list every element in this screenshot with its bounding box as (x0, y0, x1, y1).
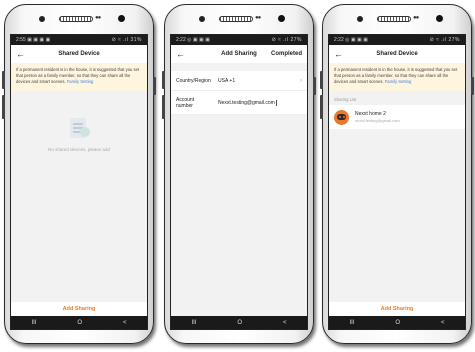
front-camera-icon (199, 16, 205, 22)
share-item-name: Nexxt home 2 (355, 111, 386, 117)
phone-1: ●● 2:55 ▣ ▣ ▣ ▣ ⊘ ≈ .ıl 31% ← Shared Dev… (2, 4, 156, 344)
status-notification-icons: ▣ ▣ ▣ ▣ (27, 37, 51, 43)
account-number-row: Account number Nexxt.testing@gmail.com (171, 91, 307, 115)
status-time: 2:55 (16, 37, 26, 43)
empty-state-text: No shared devices, please add (48, 147, 110, 152)
status-right-icons: ⊘ ≈ .ıl 27% (271, 37, 302, 43)
list-item[interactable]: Nexxt home 2 nexxt.testing@gmail.com (329, 105, 465, 129)
family-notice: If a permanent resident is in the house,… (11, 63, 147, 91)
account-number-input[interactable]: Nexxt.testing@gmail.com (218, 99, 277, 106)
status-time: 2:22 (176, 37, 186, 43)
empty-state: No shared devices, please add (11, 115, 147, 152)
system-nav-bar: III O < (11, 316, 147, 329)
home-icon[interactable]: O (395, 320, 400, 326)
phone-2: ●● 2:22 ◎ ▣ ▣ ▣ ⊘ ≈ .ıl 27% ← Add Sharin… (162, 4, 316, 344)
status-right-icons: ⊘ ≈ .ıl 27% (429, 37, 460, 43)
power-button (471, 77, 474, 95)
nav-bar: ← Shared Device (329, 45, 465, 63)
recent-apps-icon[interactable]: III (349, 320, 354, 326)
system-nav-bar: III O < (171, 316, 307, 329)
family-setting-link[interactable]: Family Setting (385, 79, 412, 84)
page-title: Shared Device (58, 51, 100, 57)
phone-3: ●● 2:22 ◎ ▣ ▣ ▣ ⊘ ≈ .ıl 27% ← Shared Dev… (320, 4, 474, 344)
share-item-email: nexxt.testing@gmail.com (355, 118, 400, 123)
earpiece-speaker-icon (59, 16, 93, 22)
front-camera-icon (357, 16, 363, 22)
system-back-icon[interactable]: < (283, 320, 287, 326)
sensor-icon (278, 15, 285, 22)
back-arrow-icon[interactable]: ← (334, 49, 346, 59)
status-bar: 2:55 ▣ ▣ ▣ ▣ ⊘ ≈ .ıl 31% (11, 35, 147, 45)
volume-up-button (320, 71, 323, 89)
nav-bar: ← Add Sharing Completed (171, 45, 307, 63)
add-sharing-button[interactable]: Add Sharing (329, 302, 465, 316)
volume-down-button (320, 95, 323, 119)
power-button (153, 77, 156, 95)
system-back-icon[interactable]: < (441, 320, 445, 326)
volume-up-button (162, 71, 165, 89)
chevron-right-icon: › (300, 77, 302, 84)
avatar (334, 109, 349, 125)
dots-icon: ●● (95, 15, 101, 21)
screen-shared-device-list: 2:22 ◎ ▣ ▣ ▣ ⊘ ≈ .ıl 27% ← Shared Device… (328, 34, 466, 330)
volume-down-button (2, 95, 5, 119)
status-bar: 2:22 ◎ ▣ ▣ ▣ ⊘ ≈ .ıl 27% (329, 35, 465, 45)
status-bar: 2:22 ◎ ▣ ▣ ▣ ⊘ ≈ .ıl 27% (171, 35, 307, 45)
status-notification-icons: ◎ ▣ ▣ ▣ (345, 37, 368, 43)
status-right-icons: ⊘ ≈ .ıl 31% (111, 37, 142, 43)
back-arrow-icon[interactable]: ← (16, 49, 28, 59)
status-notification-icons: ◎ ▣ ▣ ▣ (187, 37, 210, 43)
sensor-icon (436, 15, 443, 22)
screen-add-sharing: 2:22 ◎ ▣ ▣ ▣ ⊘ ≈ .ıl 27% ← Add Sharing C… (170, 34, 308, 330)
family-setting-link[interactable]: Family Setting (67, 79, 94, 84)
power-button (313, 77, 316, 95)
country-region-label: Country/Region (176, 77, 211, 84)
family-notice: If a permanent resident is in the house,… (329, 63, 465, 91)
sharing-list-label: Sharing List (334, 97, 357, 102)
account-number-label: Account number (176, 96, 195, 109)
back-arrow-icon[interactable]: ← (176, 49, 188, 59)
dots-icon: ●● (255, 15, 261, 21)
status-time: 2:22 (334, 37, 344, 43)
dots-icon: ●● (413, 15, 419, 21)
add-sharing-form: Country/Region USA +1 › Account number Ne… (171, 71, 307, 115)
recent-apps-icon[interactable]: III (31, 320, 36, 326)
earpiece-speaker-icon (377, 16, 411, 22)
volume-down-button (162, 95, 165, 119)
add-sharing-button[interactable]: Add Sharing (11, 302, 147, 316)
nav-bar: ← Shared Device (11, 45, 147, 63)
earpiece-speaker-icon (219, 16, 253, 22)
front-camera-icon (39, 16, 45, 22)
system-nav-bar: III O < (329, 316, 465, 329)
country-region-row[interactable]: Country/Region USA +1 › (171, 71, 307, 91)
completed-button[interactable]: Completed (271, 51, 302, 57)
empty-devices-icon (64, 115, 94, 143)
volume-up-button (2, 71, 5, 89)
country-region-value: USA +1 (218, 77, 236, 84)
screen-shared-device-empty: 2:55 ▣ ▣ ▣ ▣ ⊘ ≈ .ıl 31% ← Shared Device… (10, 34, 148, 330)
page-title: Shared Device (376, 51, 418, 57)
sensor-icon (118, 15, 125, 22)
recent-apps-icon[interactable]: III (191, 320, 196, 326)
home-icon[interactable]: O (237, 320, 242, 326)
stage: ●● 2:55 ▣ ▣ ▣ ▣ ⊘ ≈ .ıl 31% ← Shared Dev… (0, 0, 475, 352)
system-back-icon[interactable]: < (123, 320, 127, 326)
home-icon[interactable]: O (77, 320, 82, 326)
